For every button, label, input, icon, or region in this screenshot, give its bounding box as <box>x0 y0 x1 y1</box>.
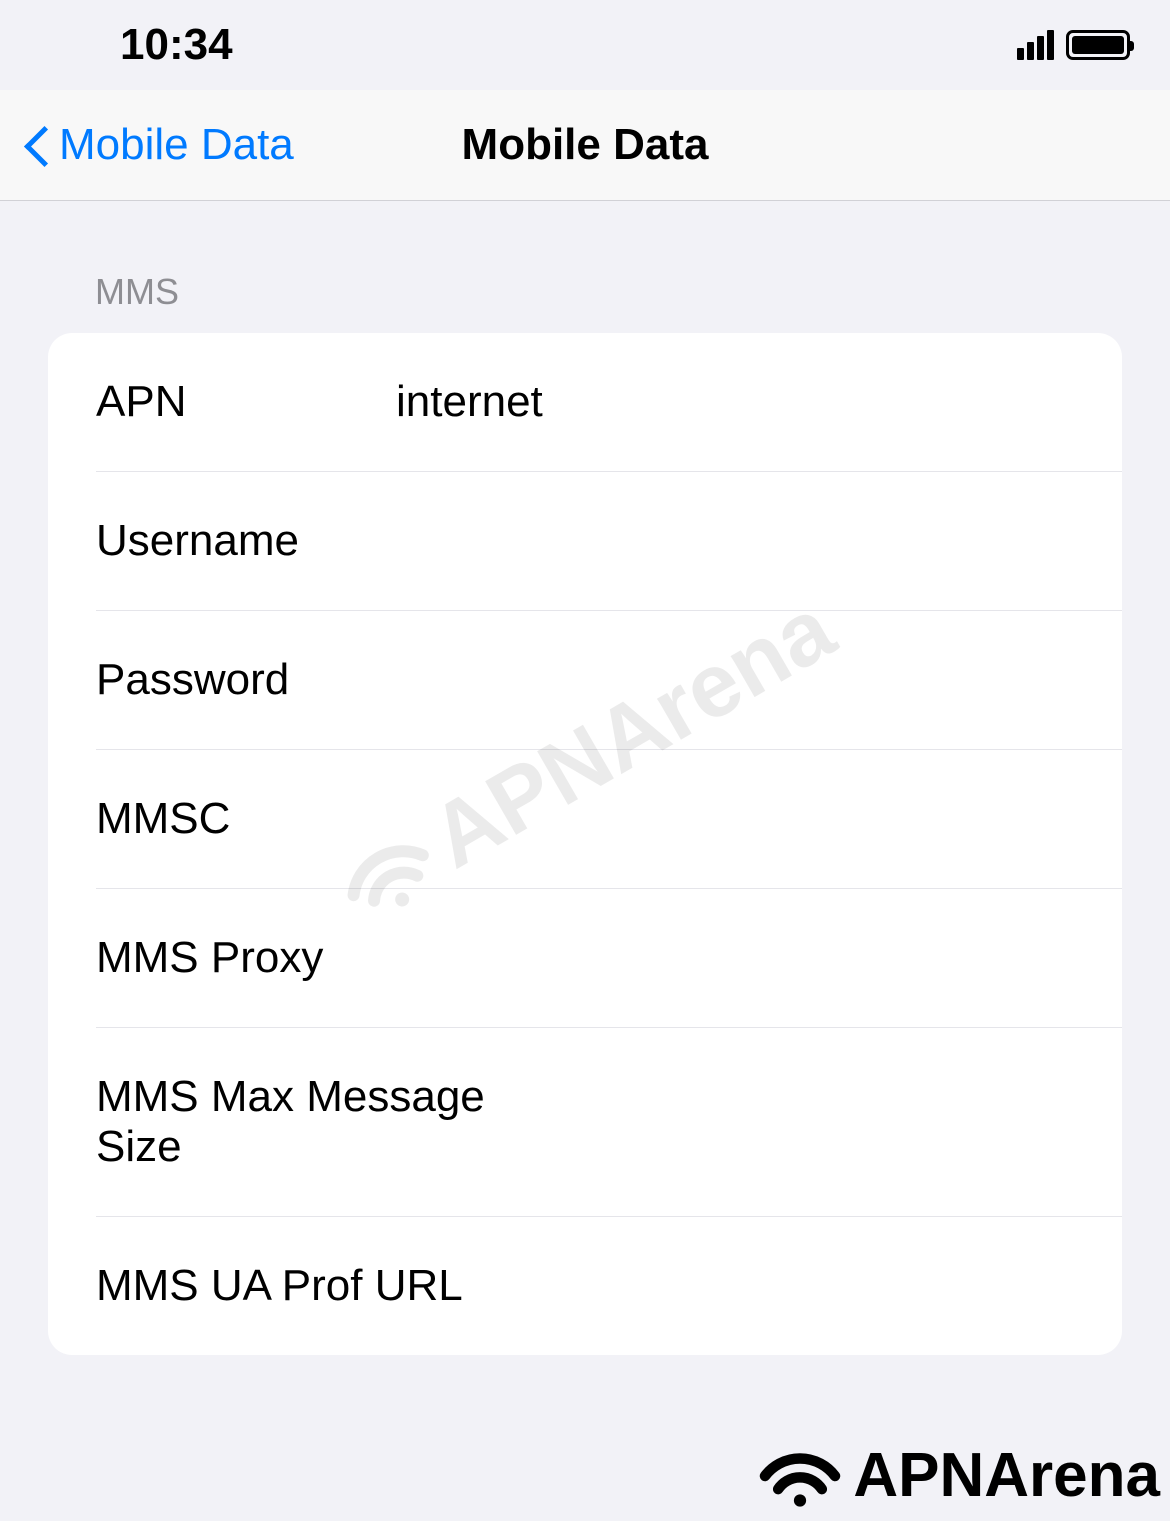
password-label: Password <box>96 655 396 705</box>
navigation-bar: Mobile Data Mobile Data <box>0 90 1170 201</box>
cellular-signal-icon <box>1017 30 1054 60</box>
username-input[interactable] <box>396 516 1074 566</box>
back-label: Mobile Data <box>59 120 294 170</box>
apn-input[interactable] <box>396 377 1074 427</box>
mms-ua-prof-url-row[interactable]: MMS UA Prof URL <box>48 1217 1122 1355</box>
status-time: 10:34 <box>120 20 233 70</box>
status-indicators <box>1017 30 1130 60</box>
battery-icon <box>1066 30 1130 60</box>
mms-proxy-row[interactable]: MMS Proxy <box>96 889 1122 1028</box>
apn-label: APN <box>96 377 396 427</box>
mms-ua-prof-url-label: MMS UA Prof URL <box>96 1261 463 1311</box>
mms-proxy-label: MMS Proxy <box>96 933 396 983</box>
mmsc-input[interactable] <box>396 794 1074 844</box>
mms-settings-group: APN Username Password MMSC MMS Proxy MMS… <box>48 333 1122 1355</box>
mms-proxy-input[interactable] <box>396 933 1074 983</box>
back-button[interactable]: Mobile Data <box>25 120 294 170</box>
watermark-bottom-text: APNArena <box>853 1440 1160 1511</box>
username-label: Username <box>96 516 396 566</box>
mms-max-size-label: MMS Max Message Size <box>96 1072 499 1172</box>
mms-max-size-input[interactable] <box>499 1097 1074 1147</box>
page-title: Mobile Data <box>462 120 709 170</box>
mms-max-size-row[interactable]: MMS Max Message Size <box>96 1028 1122 1217</box>
username-row[interactable]: Username <box>96 472 1122 611</box>
wifi-icon <box>755 1441 845 1511</box>
mmsc-row[interactable]: MMSC <box>96 750 1122 889</box>
section-header-mms: MMS <box>0 201 1170 333</box>
status-bar: 10:34 <box>0 0 1170 90</box>
chevron-left-icon <box>25 125 49 165</box>
mmsc-label: MMSC <box>96 794 396 844</box>
password-input[interactable] <box>396 655 1074 705</box>
watermark-bottom: APNArena <box>755 1440 1160 1511</box>
password-row[interactable]: Password <box>96 611 1122 750</box>
apn-row[interactable]: APN <box>96 333 1122 472</box>
mms-ua-prof-url-input[interactable] <box>463 1261 1074 1311</box>
